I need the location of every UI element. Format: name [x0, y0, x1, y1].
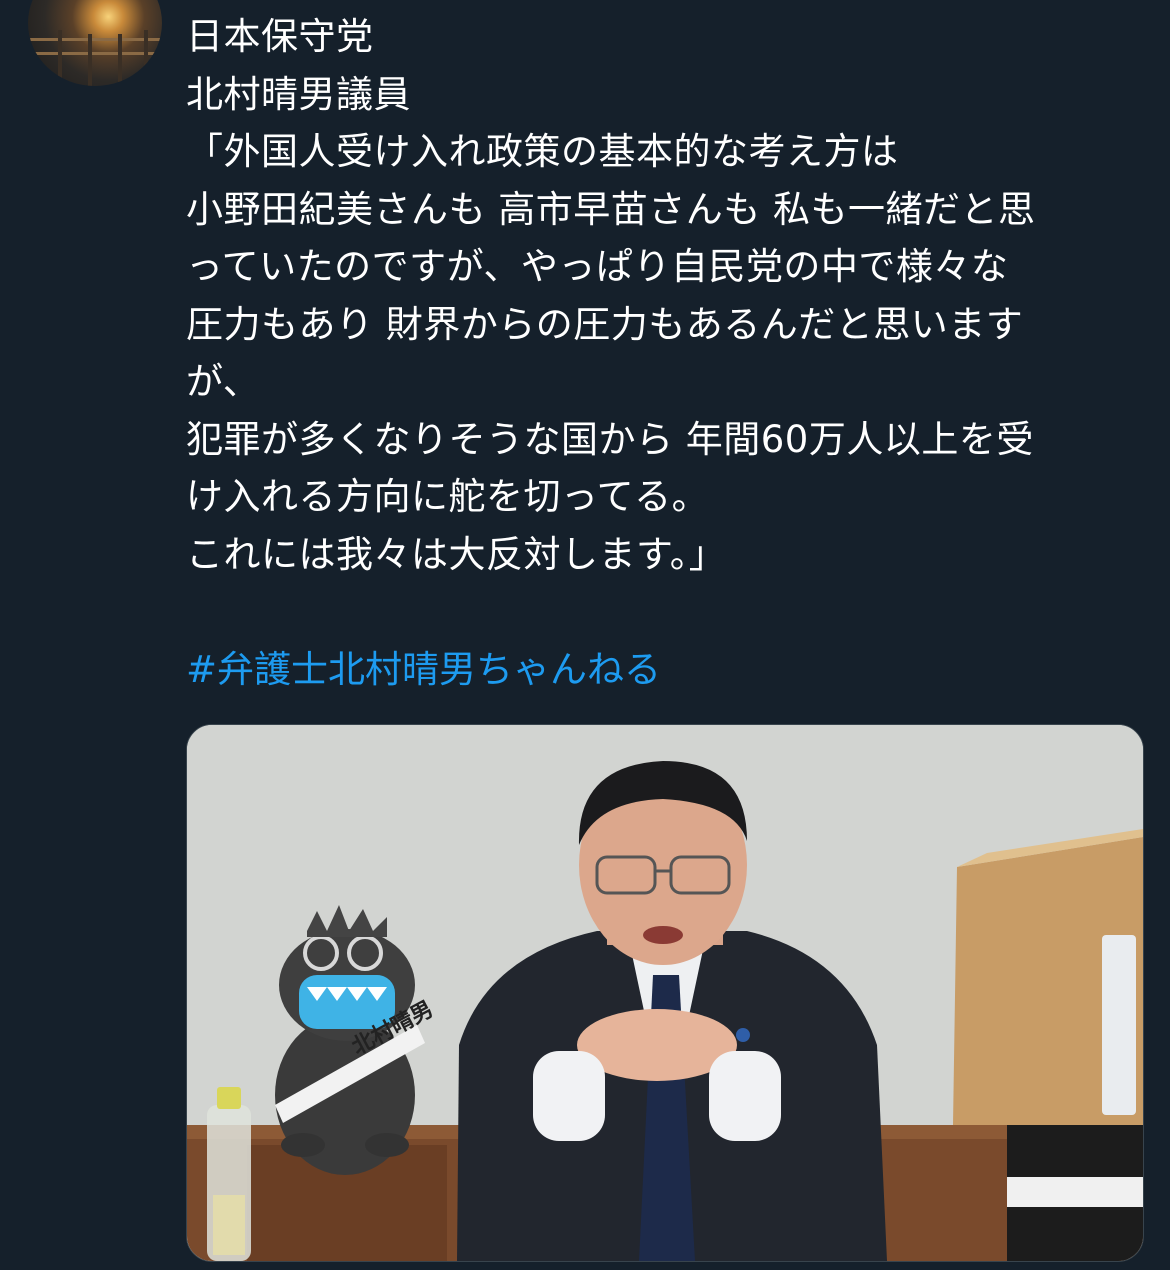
- tweet: 日本保守党 北村晴男議員 「外国人受け入れ政策の基本的な考え方は 小野田紀美さん…: [0, 0, 1170, 1270]
- tweet-line: 日本保守党: [186, 15, 374, 58]
- tweet-line: が、: [186, 360, 261, 403]
- tweet-line: 圧力もあり 財界からの圧力もあるんだと思います: [186, 302, 1024, 346]
- tweet-line: 北村晴男議員: [186, 72, 411, 116]
- tweet-line: 小野田紀美さんも 高市早苗さんも 私も一緒だと思: [186, 187, 1036, 231]
- tweet-line: っていたのですが、やっぱり自民党の中で様々な: [186, 245, 1009, 288]
- avatar[interactable]: [28, 0, 162, 86]
- tweet-line: 「外国人受け入れ政策の基本的な考え方は: [186, 130, 899, 173]
- tweet-text: 日本保守党 北村晴男議員 「外国人受け入れ政策の基本的な考え方は 小野田紀美さん…: [186, 8, 1146, 583]
- tweet-line: これには我々は大反対します。」: [186, 532, 727, 576]
- hashtag-link[interactable]: #弁護士北村晴男ちゃんねる: [186, 641, 1146, 699]
- tweet-body: 日本保守党 北村晴男議員 「外国人受け入れ政策の基本的な考え方は 小野田紀美さん…: [186, 8, 1146, 698]
- tweet-media-image[interactable]: 北村晴男: [186, 724, 1144, 1262]
- tweet-line: 犯罪が多くなりそうな国から 年間60万人以上を受: [186, 417, 1034, 461]
- media-photo: 北村晴男: [187, 725, 1143, 1261]
- tweet-line: け入れる方向に舵を切ってる。: [186, 475, 710, 518]
- bottle-icon: [207, 1087, 251, 1261]
